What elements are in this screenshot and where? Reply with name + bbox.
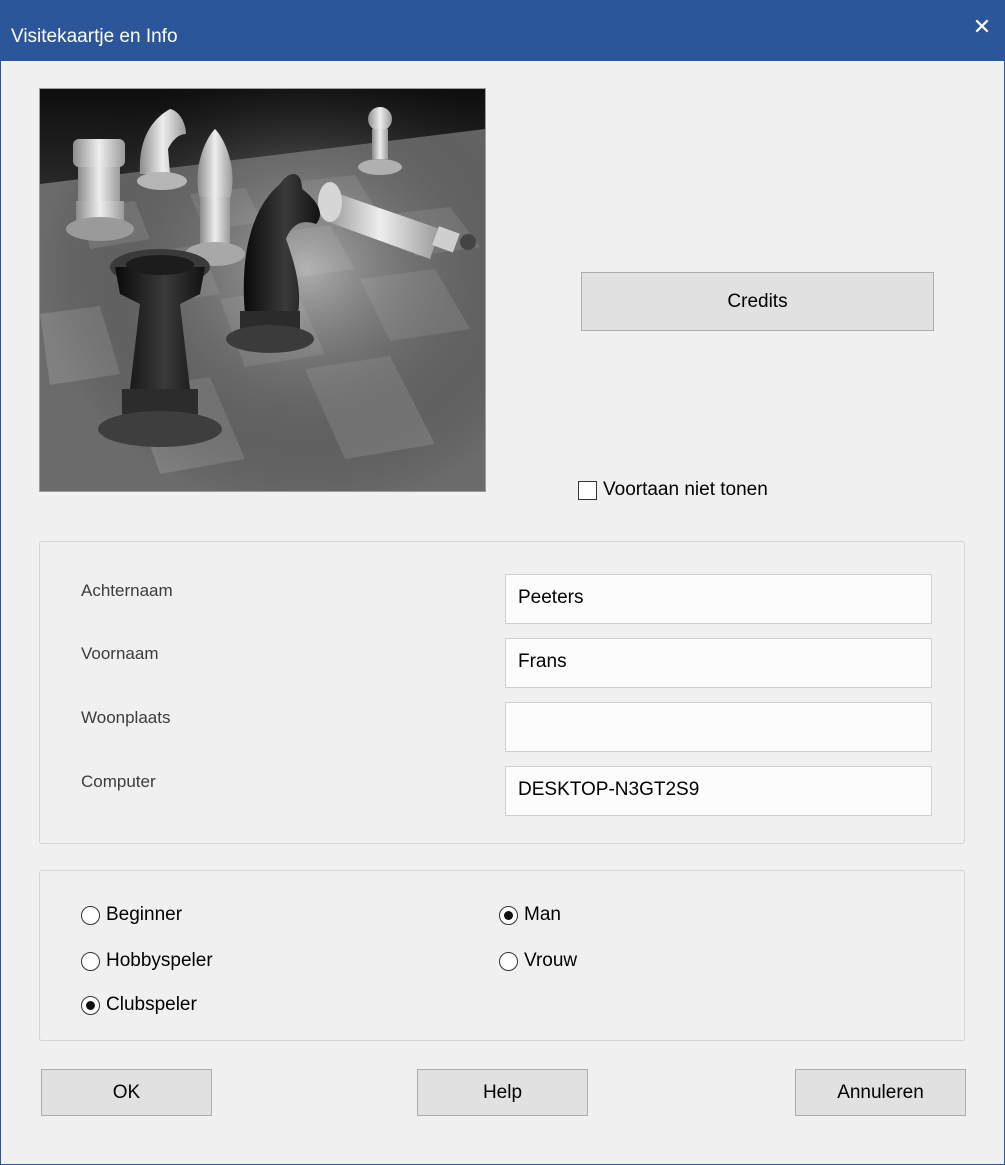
title-bar: Visitekaartje en Info ✕ [1,1,1004,61]
radio-label: Hobbyspeler [106,950,213,971]
radio-button[interactable] [81,951,100,971]
radio-button[interactable] [81,905,100,925]
cancel-button[interactable]: Annuleren [795,1069,966,1116]
firstname-field[interactable]: Frans [505,638,932,688]
radio-label: Beginner [106,904,183,925]
radio-vrouw[interactable]: Vrouw [499,946,577,976]
close-icon[interactable]: ✕ [970,15,994,39]
radio-label: Vrouw [524,950,578,971]
help-button[interactable]: Help [417,1069,588,1116]
dont-show-checkbox[interactable] [578,480,597,500]
radio-label: Man [524,904,561,925]
radio-clubspeler[interactable]: Clubspeler [81,990,197,1020]
radio-label: Clubspeler [106,994,197,1015]
lastname-field[interactable]: Peeters [505,574,932,624]
ok-button[interactable]: OK [41,1069,212,1116]
city-label: Woonplaats [81,708,171,727]
firstname-label: Voornaam [81,644,159,663]
chess-image [40,89,485,491]
radio-button[interactable] [499,951,518,971]
computer-label: Computer [81,772,156,791]
chess-photo [39,88,486,492]
city-field[interactable] [505,702,932,752]
radio-hobbyspeler[interactable]: Hobbyspeler [81,946,213,976]
dont-show-label: Voortaan niet tonen [603,479,768,500]
radio-man[interactable]: Man [499,900,561,930]
lastname-label: Achternaam [81,581,173,600]
radio-button-selected[interactable] [499,905,518,925]
radio-button-selected[interactable] [81,995,100,1015]
radio-beginner[interactable]: Beginner [81,900,182,930]
dialog-window: Visitekaartje en Info ✕ Credits Voortaan… [0,0,1005,1165]
window-title: Visitekaartje en Info [11,26,178,47]
dont-show-checkbox-row[interactable]: Voortaan niet tonen [578,473,768,507]
computer-field[interactable]: DESKTOP-N3GT2S9 [505,766,932,816]
credits-button[interactable]: Credits [581,272,934,331]
